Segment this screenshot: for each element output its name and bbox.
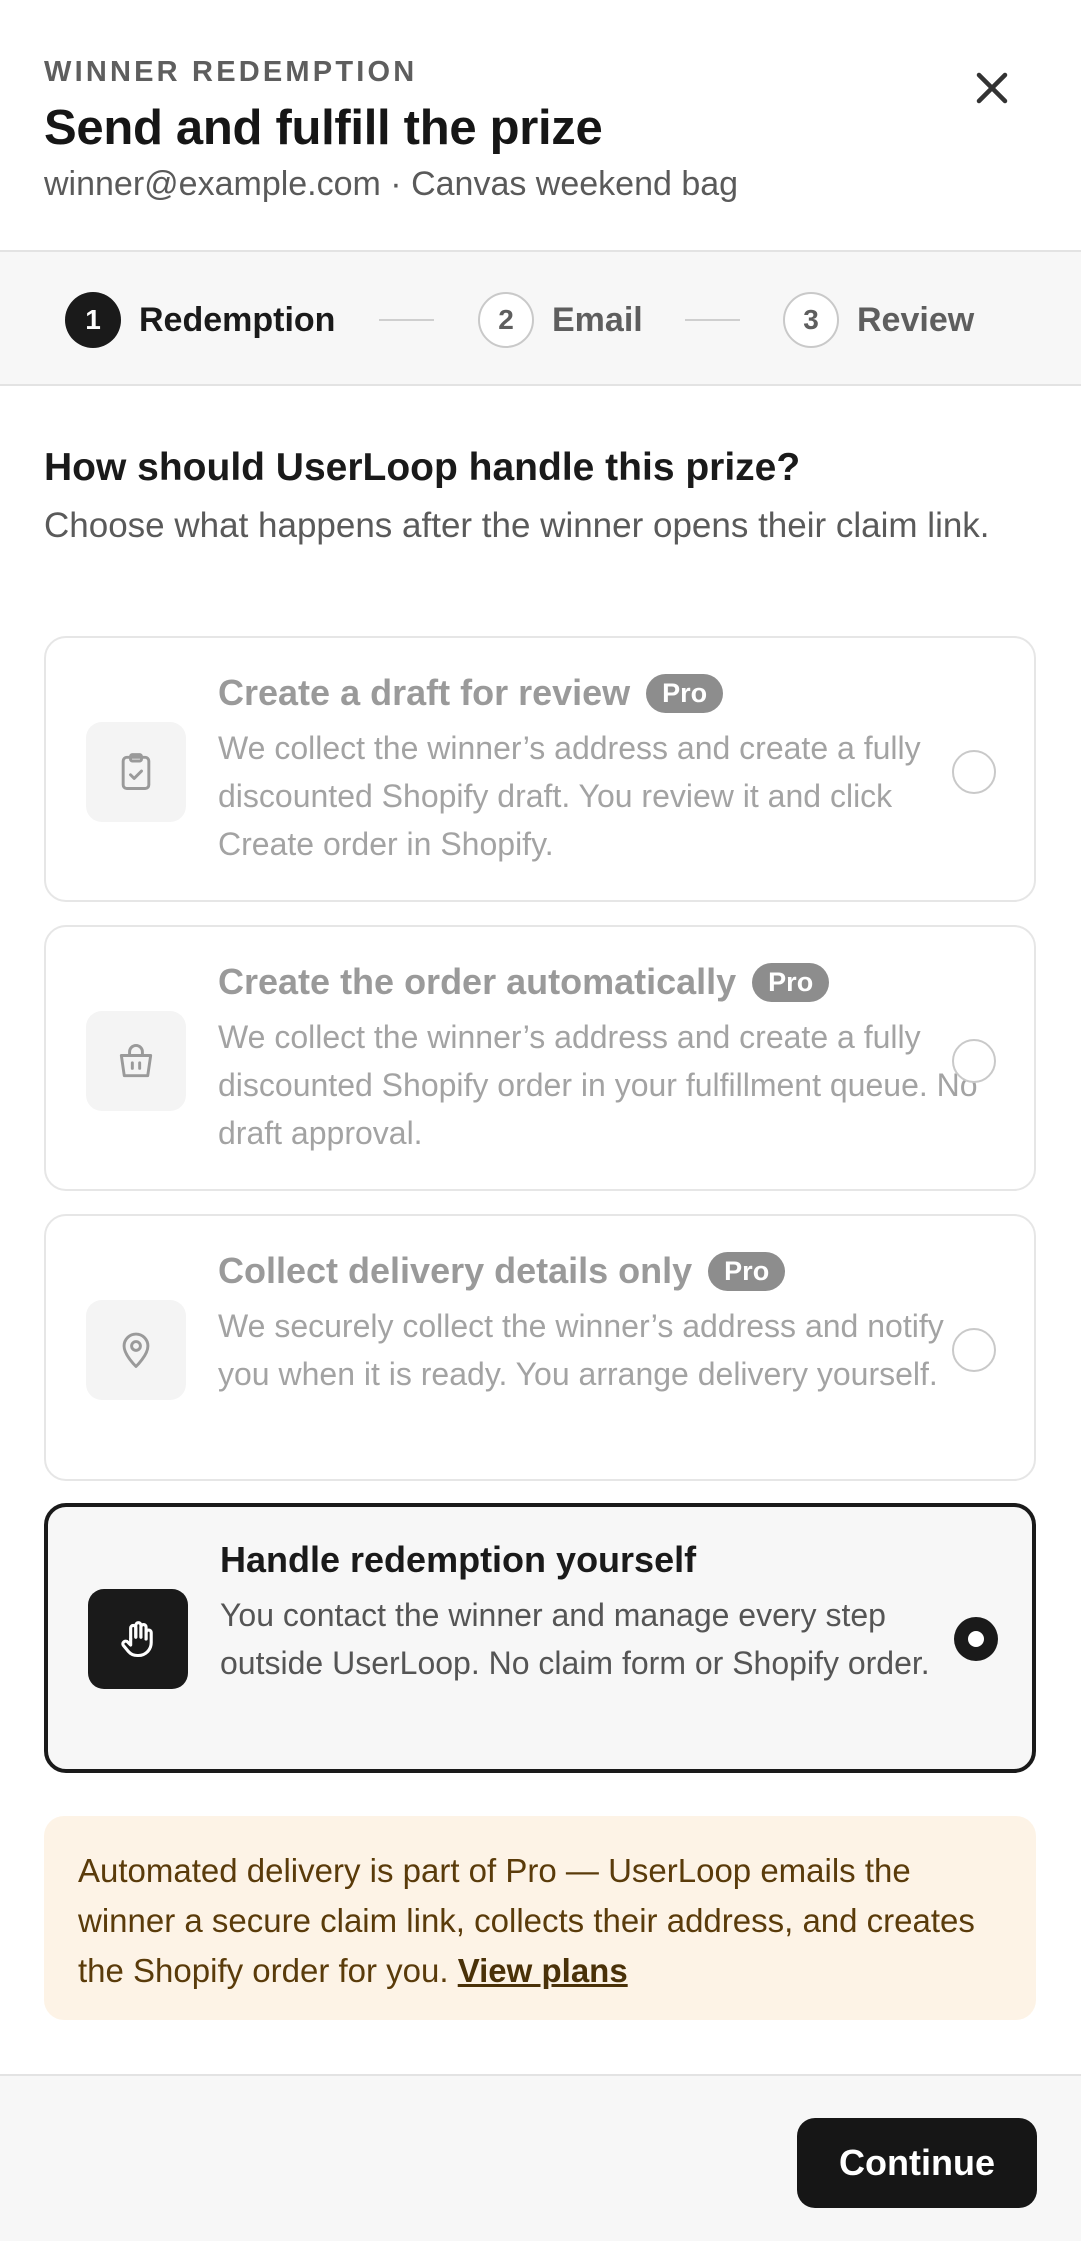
- option-icon-wrap: [86, 1300, 186, 1400]
- option-description: We collect the winner’s address and crea…: [218, 1019, 978, 1151]
- option-radio[interactable]: [952, 1039, 996, 1083]
- map-pin-icon: [122, 1332, 150, 1368]
- option-create-draft[interactable]: Create a draft for review Pro We collect…: [44, 636, 1036, 902]
- option-title: Collect delivery details only: [218, 1250, 693, 1291]
- option-collect-details[interactable]: Collect delivery details only Pro We sec…: [44, 1214, 1036, 1481]
- step-number: 2: [478, 292, 534, 348]
- option-description: We securely collect the winner’s address…: [218, 1308, 944, 1392]
- step-connector: [685, 319, 740, 321]
- option-radio[interactable]: [952, 750, 996, 794]
- section-description: Choose what happens after the winner ope…: [44, 506, 990, 545]
- pro-badge: Pro: [646, 673, 724, 713]
- step-label: Redemption: [139, 300, 336, 339]
- option-title: Handle redemption yourself: [220, 1539, 697, 1580]
- step-email[interactable]: 2 Email: [478, 292, 643, 348]
- option-create-order[interactable]: Create the order automatically Pro We co…: [44, 925, 1036, 1191]
- pro-notice: Automated delivery is part of Pro — User…: [44, 1816, 1036, 2020]
- step-label: Review: [857, 300, 975, 339]
- option-icon-wrap: [88, 1589, 188, 1689]
- pro-badge: Pro: [752, 962, 830, 1002]
- option-handle-yourself[interactable]: Handle redemption yourself You contact t…: [44, 1503, 1036, 1773]
- option-title: Create the order automatically: [218, 961, 737, 1002]
- option-description: You contact the winner and manage every …: [220, 1597, 930, 1681]
- option-title-row: Handle redemption yourself: [220, 1539, 696, 1581]
- stepper: 1 Redemption 2 Email 3 Review: [0, 252, 1081, 386]
- option-icon-wrap: [86, 722, 186, 822]
- step-number: 3: [783, 292, 839, 348]
- option-title-row: Collect delivery details only Pro: [218, 1250, 786, 1292]
- shopping-bag-icon: [119, 1043, 153, 1078]
- step-number: 1: [65, 292, 121, 348]
- option-radio[interactable]: [952, 1328, 996, 1372]
- dialog-header: WINNER REDEMPTION Send and fulfill the p…: [0, 0, 1081, 252]
- close-icon: [976, 72, 1008, 104]
- option-title-row: Create the order automatically Pro: [218, 961, 830, 1003]
- step-connector: [379, 319, 434, 321]
- step-label: Email: [552, 300, 643, 339]
- hand-icon: [121, 1621, 153, 1658]
- continue-button[interactable]: Continue: [797, 2118, 1037, 2208]
- pro-badge: Pro: [708, 1251, 786, 1291]
- header-eyebrow: WINNER REDEMPTION: [44, 56, 418, 88]
- view-plans-link[interactable]: View plans: [458, 1952, 628, 1989]
- step-review[interactable]: 3 Review: [783, 292, 974, 348]
- option-title-row: Create a draft for review Pro: [218, 672, 724, 714]
- step-redemption[interactable]: 1 Redemption: [65, 292, 335, 348]
- option-description: We collect the winner’s address and crea…: [218, 730, 921, 862]
- page-title: Send and fulfill the prize: [44, 101, 603, 155]
- option-radio-selected[interactable]: [954, 1617, 998, 1661]
- dialog-footer: Continue: [0, 2074, 1081, 2241]
- option-title: Create a draft for review: [218, 672, 631, 713]
- header-subtitle: winner@example.com · Canvas weekend bag: [44, 165, 739, 203]
- clipboard-check-icon: [121, 753, 151, 790]
- close-button[interactable]: [962, 58, 1022, 118]
- section-title: How should UserLoop handle this prize?: [44, 446, 801, 489]
- option-icon-wrap: [86, 1011, 186, 1111]
